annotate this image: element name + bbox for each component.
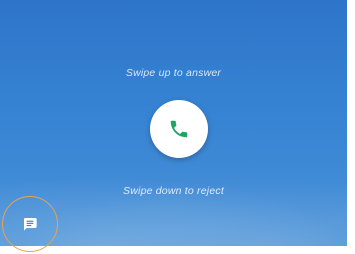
swipe-down-hint: Swipe down to reject <box>123 185 224 197</box>
answer-call-button[interactable] <box>150 100 208 158</box>
message-icon <box>24 218 37 231</box>
phone-icon <box>170 120 188 138</box>
swipe-up-hint: Swipe up to answer <box>125 67 222 79</box>
reply-with-message-button[interactable] <box>2 196 58 252</box>
